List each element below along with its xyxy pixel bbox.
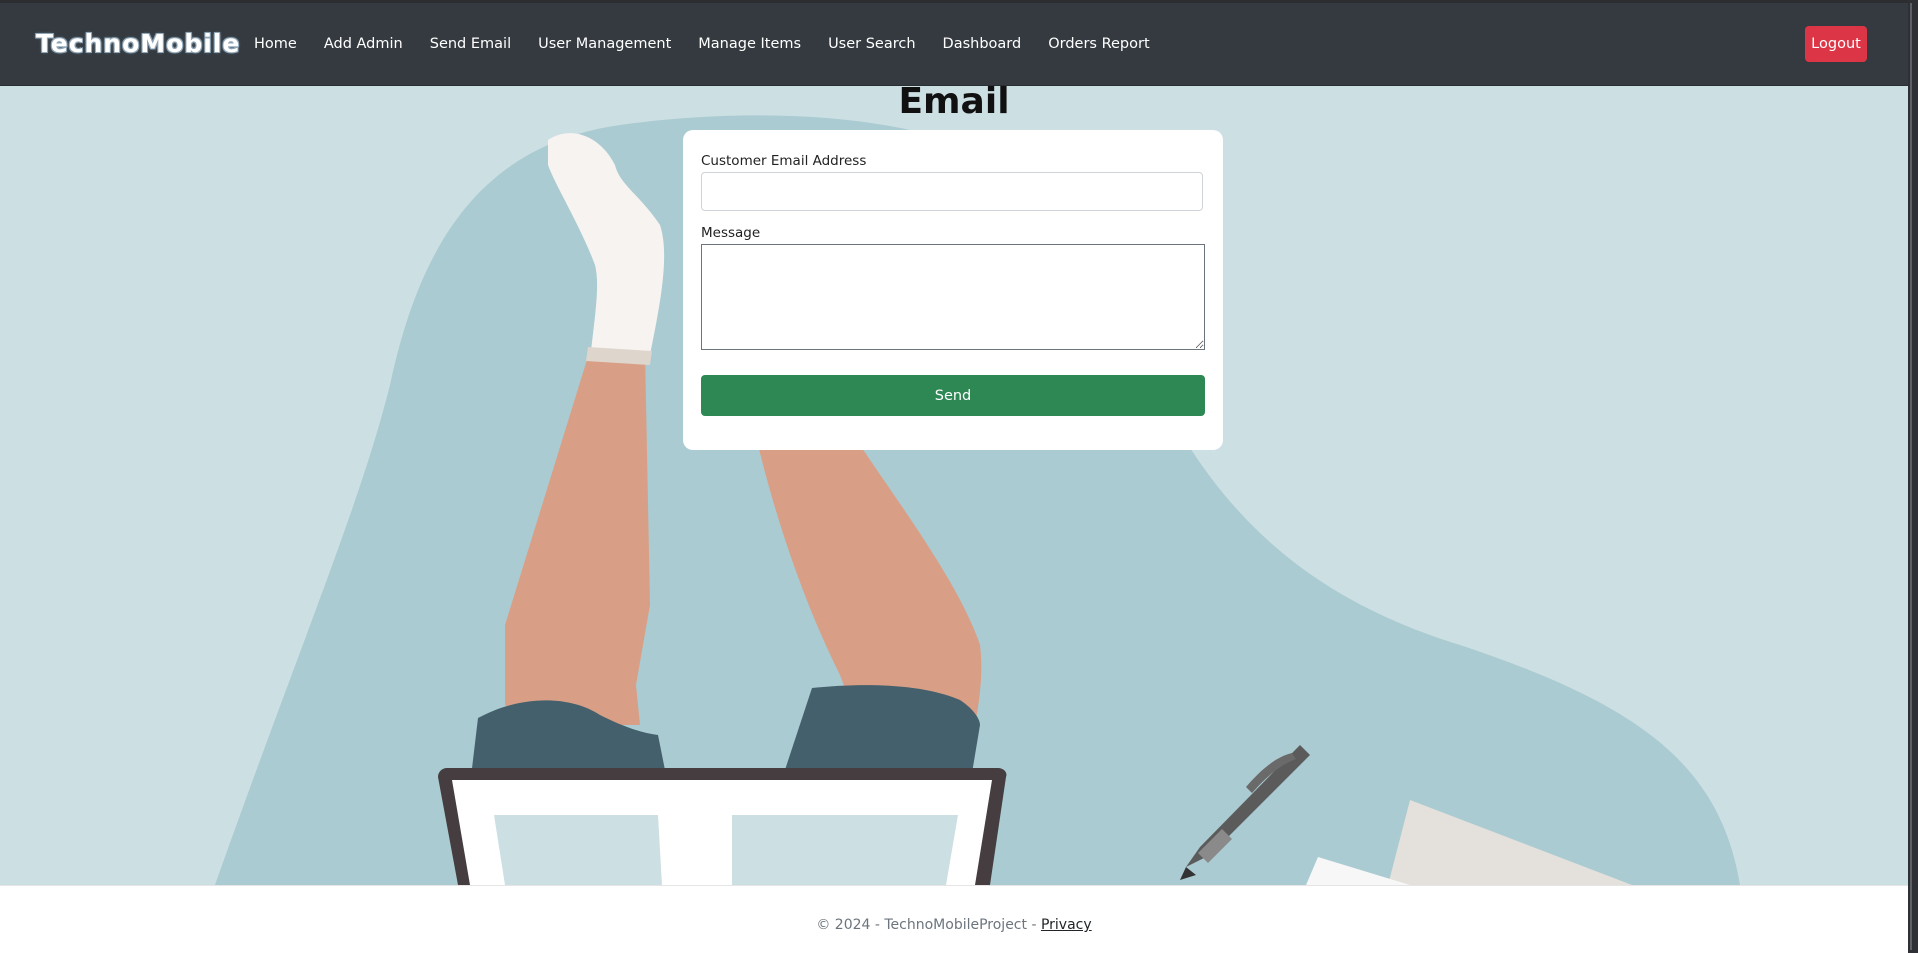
laptop-panel-right — [732, 815, 958, 885]
top-navbar: TechnoMobile Home Add Admin Send Email U… — [0, 3, 1908, 85]
nav-link-orders-report[interactable]: Orders Report — [1048, 36, 1149, 52]
footer: © 2024 - TechnoMobileProject - Privacy — [0, 885, 1908, 953]
nav-link-send-email[interactable]: Send Email — [430, 36, 511, 52]
nav-link-manage-items[interactable]: Manage Items — [698, 36, 801, 52]
page-title: Email — [898, 81, 1010, 122]
nav-link-add-admin[interactable]: Add Admin — [324, 36, 403, 52]
send-button[interactable]: Send — [701, 375, 1205, 416]
nav-link-user-management[interactable]: User Management — [538, 36, 671, 52]
copyright-text: © 2024 - TechnoMobileProject - — [816, 917, 1041, 933]
brand-logo[interactable]: TechnoMobile — [36, 29, 240, 58]
window-edge-line — [1910, 3, 1912, 950]
nav-link-home[interactable]: Home — [254, 36, 297, 52]
email-field-label: Customer Email Address — [701, 153, 867, 169]
logout-button[interactable]: Logout — [1805, 26, 1867, 62]
nav-link-user-search[interactable]: User Search — [828, 36, 915, 52]
nav-links: Home Add Admin Send Email User Managemen… — [254, 3, 1177, 85]
window-edge — [1908, 0, 1918, 953]
nav-link-dashboard[interactable]: Dashboard — [943, 36, 1022, 52]
laptop-panel-left — [494, 815, 662, 885]
customer-email-input[interactable] — [701, 172, 1203, 211]
browser-viewport: TechnoMobile Home Add Admin Send Email U… — [0, 3, 1908, 953]
footer-text: © 2024 - TechnoMobileProject - Privacy — [0, 917, 1908, 933]
privacy-link[interactable]: Privacy — [1041, 917, 1092, 933]
email-form-card: Customer Email Address Message Send — [683, 130, 1223, 450]
message-field-label: Message — [701, 225, 761, 241]
message-textarea[interactable] — [701, 244, 1205, 350]
